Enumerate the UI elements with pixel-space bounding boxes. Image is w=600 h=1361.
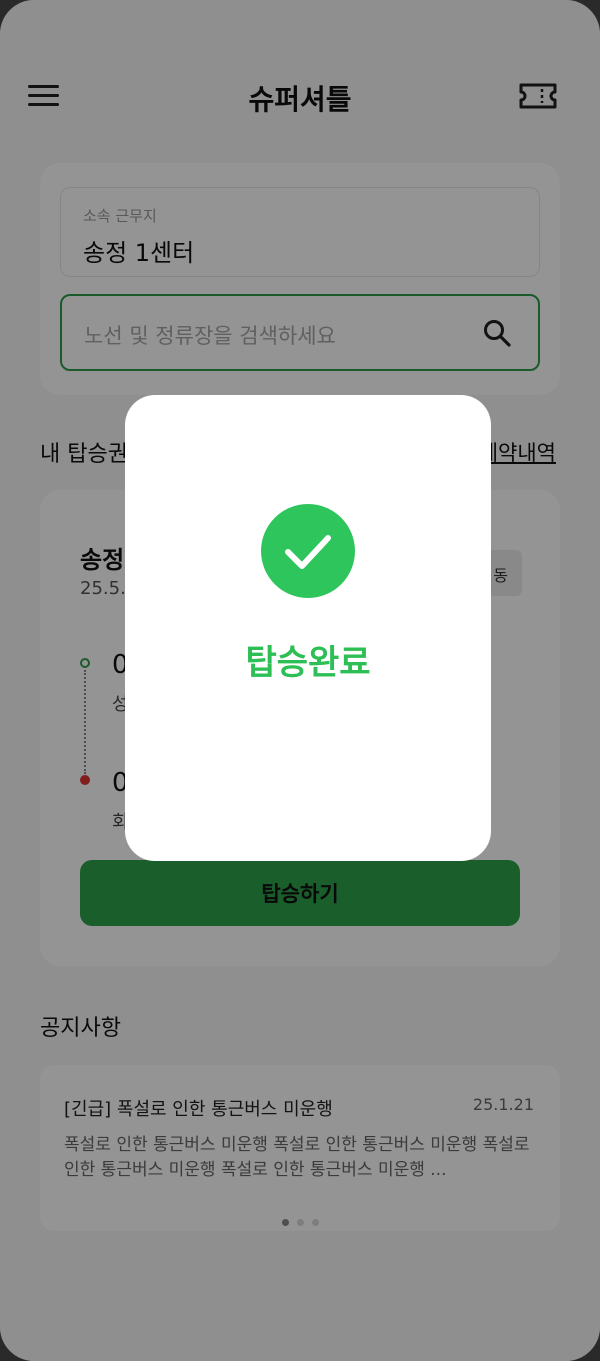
- check-circle-icon: [261, 504, 355, 598]
- boarding-complete-message: 탑승완료: [245, 643, 371, 683]
- boarding-complete-modal: 탑승완료: [125, 395, 491, 861]
- app-screen: 슈퍼셔틀 소속 근무지 송정 1센터 노선 및 정류장을 검색하세요 내 탑승권…: [0, 0, 600, 1361]
